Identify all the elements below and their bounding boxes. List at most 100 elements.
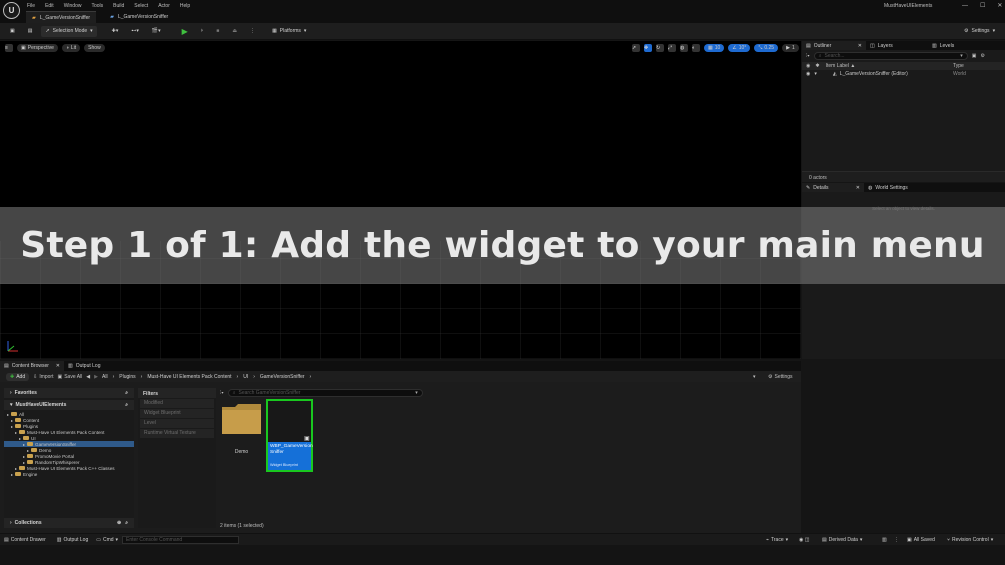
console-input[interactable]: Enter Console Command <box>122 535 240 544</box>
tab-level-secondary[interactable]: ▰ L_GameVersionSniffer <box>104 11 174 23</box>
minimize-icon[interactable]: — <box>962 3 968 9</box>
add-folder-icon[interactable]: ▣ <box>972 53 977 59</box>
favorites-header[interactable]: › Favorites ⌕ <box>4 388 134 398</box>
chevron-icon[interactable]: ▸ <box>15 466 17 471</box>
column-type[interactable]: Type <box>953 63 964 69</box>
surface-snap-icon[interactable]: ◐ <box>692 44 700 52</box>
rotation-snap-button[interactable]: ∠ 10° <box>728 44 751 52</box>
root-header[interactable]: ▾ MustHaveUIElements ⌕ <box>4 400 134 410</box>
settings-button[interactable]: ⚙ Settings ▾ <box>960 26 999 37</box>
filter-widget-blueprint[interactable]: Widget Blueprint <box>140 409 214 418</box>
tab-levels[interactable]: ▥ Levels <box>928 41 958 50</box>
add-collection-icon[interactable]: ⊕ <box>117 520 121 526</box>
stop-icon[interactable]: ■ <box>212 26 223 37</box>
tab-details[interactable]: ✎ Details ✕ <box>802 183 864 192</box>
scale-snap-button[interactable]: ⤡ 0.25 <box>754 44 779 52</box>
close-icon[interactable]: ✕ <box>858 43 862 49</box>
maximize-icon[interactable]: ☐ <box>980 2 985 9</box>
chevron-icon[interactable]: ▸ <box>27 448 29 453</box>
menu-window[interactable]: Window <box>64 3 82 9</box>
content-browser-icon[interactable]: ▤ <box>24 26 37 37</box>
breadcrumb-plugins[interactable]: Plugins <box>119 374 135 380</box>
select-mode-icon[interactable]: ➚ <box>632 44 640 52</box>
tab-layers[interactable]: ◫ Layers <box>866 41 928 50</box>
breadcrumb-all[interactable]: All <box>102 374 108 380</box>
add-button[interactable]: ✚ Add <box>6 372 30 381</box>
selection-mode-dropdown[interactable]: ➚ Selection Mode ▾ <box>41 25 97 37</box>
filter-icon[interactable]: ⫶▾ <box>806 53 810 59</box>
tab-outliner[interactable]: ▤ Outliner ✕ <box>802 41 866 50</box>
menu-tools[interactable]: Tools <box>91 3 103 9</box>
filter-level[interactable]: Level <box>140 419 214 428</box>
menu-file[interactable]: File <box>27 3 35 9</box>
close-icon[interactable]: ✕ <box>856 185 860 191</box>
search-icon[interactable]: ⌕ <box>125 402 128 408</box>
folder-demo[interactable]: Demo <box>221 403 262 455</box>
menu-edit[interactable]: Edit <box>45 3 54 9</box>
chevron-icon[interactable]: ▸ <box>23 454 25 459</box>
outliner-row[interactable]: ◉ ▾ ◭ L_GameVersionSniffer (Editor) Worl… <box>802 70 1005 78</box>
menu-help[interactable]: Help <box>180 3 190 9</box>
lit-button[interactable]: ◑ Lit <box>61 44 81 52</box>
cinematics-button[interactable]: 🎬▾ <box>148 26 165 37</box>
filter-runtime-virtual-texture[interactable]: Runtime Virtual Texture <box>140 429 214 438</box>
chevron-icon[interactable]: ▸ <box>11 472 13 477</box>
chevron-icon[interactable]: ▸ <box>7 412 9 417</box>
filter-icon[interactable]: ⫶▾ <box>220 390 224 396</box>
camera-speed-button[interactable]: ▶ 1 <box>782 44 799 52</box>
tab-output-log[interactable]: ▥ Output Log <box>64 361 104 371</box>
perspective-button[interactable]: ▣ Perspective <box>17 44 58 52</box>
save-icon[interactable]: ▣ <box>6 26 19 37</box>
revision-control-dropdown[interactable]: ⑂ Revision Control ▾ <box>943 534 997 546</box>
level-viewport[interactable]: ≡ ▣ Perspective ◑ Lit Show ➚ ✥ ↻ ⤢ ◍ ◐ ▦… <box>0 41 801 359</box>
asset-search-input[interactable]: ⌕ Search GameVersionSniffer ▾ <box>227 389 423 397</box>
collections-header[interactable]: › Collections ⊕ ⌕ <box>4 518 134 528</box>
play-icon[interactable]: ▶ <box>178 26 192 37</box>
add-actor-button[interactable]: ✚▾ <box>108 26 123 37</box>
translate-icon[interactable]: ✥ <box>644 44 652 52</box>
chevron-icon[interactable]: ▸ <box>19 436 21 441</box>
tree-item[interactable]: ▸ Engine <box>4 471 134 477</box>
gear-icon[interactable]: ⚙ <box>980 53 984 59</box>
breadcrumb-game-version-sniffer[interactable]: GameVersionSniffer <box>260 374 305 380</box>
menu-build[interactable]: Build <box>113 3 124 9</box>
expand-icon[interactable]: ▾ <box>814 71 817 77</box>
close-icon[interactable]: ✕ <box>997 2 1002 9</box>
more-options-icon[interactable]: ⋮ <box>246 26 259 37</box>
content-settings-button[interactable]: ⚙ Settings <box>768 374 793 380</box>
search-icon[interactable]: ⌕ <box>125 390 128 396</box>
scale-icon[interactable]: ⤢ <box>668 44 676 52</box>
chevron-icon[interactable]: ▸ <box>23 442 25 447</box>
chevron-icon[interactable]: ▸ <box>23 460 25 465</box>
chevron-icon[interactable]: ▸ <box>11 424 13 429</box>
more-icon[interactable]: ⋮ <box>890 534 903 546</box>
show-button[interactable]: Show <box>84 44 105 52</box>
chevron-icon[interactable]: ▸ <box>11 418 13 423</box>
step-icon[interactable]: ⏵ <box>197 26 208 37</box>
platforms-dropdown[interactable]: ▦ Platforms ▾ <box>268 26 310 37</box>
grid-snap-button[interactable]: ▦ 10 <box>704 44 725 52</box>
close-icon[interactable]: ✕ <box>56 363 60 369</box>
save-all-button[interactable]: ▣ Save All <box>57 374 82 380</box>
visibility-icon[interactable]: ◉ <box>806 71 810 77</box>
tab-content-browser[interactable]: ▤ Content Browser ✕ <box>0 361 64 371</box>
filter-modified[interactable]: Modified <box>140 399 214 408</box>
search-icon[interactable]: ⌕ <box>125 520 128 526</box>
tab-world-settings[interactable]: ◍ World Settings <box>864 183 912 192</box>
breadcrumb-pack-content[interactable]: Must-Have UI Elements Pack Content <box>147 374 231 380</box>
trace-dropdown[interactable]: ⌁ Trace ▾ <box>762 534 792 546</box>
menu-select[interactable]: Select <box>134 3 148 9</box>
history-dropdown-icon[interactable]: ▾ <box>753 374 756 380</box>
back-icon[interactable]: ◀ <box>86 374 90 380</box>
derived-data-dropdown[interactable]: ▤ Derived Data ▾ <box>818 534 866 546</box>
output-log-button[interactable]: ▥ Output Log <box>53 534 92 546</box>
rotate-icon[interactable]: ↻ <box>656 44 664 52</box>
breadcrumb-ui[interactable]: UI <box>243 374 248 380</box>
eject-icon[interactable]: ⏏ <box>228 26 241 37</box>
hamburger-icon[interactable]: ≡ <box>5 44 13 52</box>
tab-level-active[interactable]: ▰ L_GameVersionSniffer <box>26 11 97 23</box>
forward-icon[interactable]: ▶ <box>94 374 98 380</box>
content-drawer-button[interactable]: ▤ Content Drawer <box>0 534 50 546</box>
all-saved-button[interactable]: ▣ All Saved <box>903 534 939 546</box>
chevron-icon[interactable]: ▸ <box>15 430 17 435</box>
